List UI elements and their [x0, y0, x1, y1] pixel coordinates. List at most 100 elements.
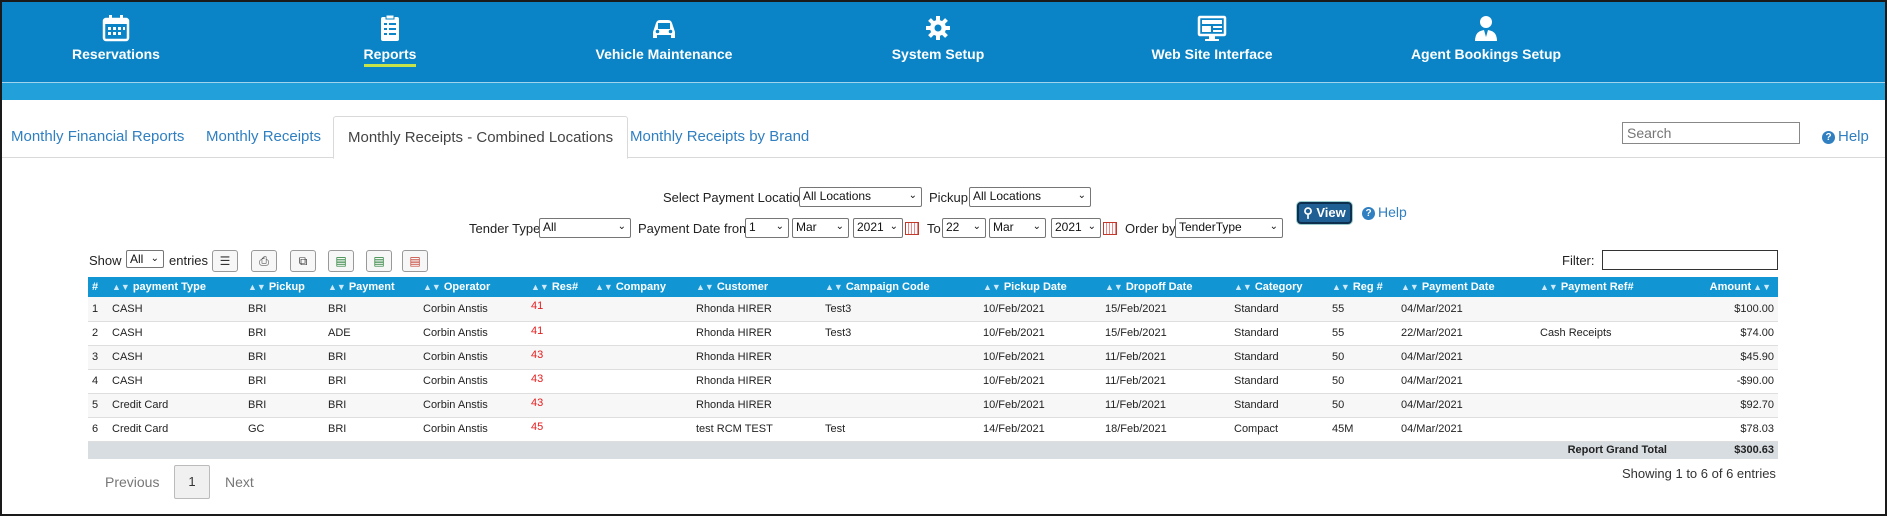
table-cell [1536, 345, 1679, 370]
order-by-select[interactable]: TenderType ⌄ [1175, 218, 1283, 238]
select-value: TenderType [1179, 220, 1242, 234]
table-cell: 55 [1328, 297, 1397, 322]
excel-icon: ▤ [335, 254, 347, 268]
col-header[interactable]: ▲▼ Dropoff Date [1101, 277, 1230, 297]
search-input[interactable] [1622, 122, 1800, 144]
pdf-export-button[interactable]: ▤ [402, 250, 428, 272]
col-header[interactable]: ▲▼ Operator [419, 277, 527, 297]
chevron-down-icon: ⌄ [835, 221, 844, 232]
table-row: 2 CASH BRI ADE Corbin Anstis 41 Rhonda HIRER Te… [88, 321, 1778, 346]
nav-vehicle-maintenance[interactable]: Vehicle Maintenance [564, 14, 764, 62]
copy-button[interactable]: ⧉ [290, 250, 316, 272]
to-month-select[interactable]: Mar ⌄ [989, 218, 1046, 238]
form-help-link[interactable]: ? Help [1362, 204, 1407, 220]
table-cell[interactable]: 43 [527, 345, 591, 370]
column-visibility-button[interactable]: ☰ [212, 250, 238, 272]
table-cell [591, 417, 692, 442]
nav-label: System Setup [891, 46, 985, 62]
pdf-icon: ▤ [409, 254, 421, 268]
table-cell: Corbin Anstis [419, 393, 527, 418]
table-cell: 15/Feb/2021 [1101, 321, 1230, 346]
previous-page-button[interactable]: Previous [105, 474, 159, 490]
tender-type-select[interactable]: All ⌄ [539, 218, 631, 238]
nav-web-site-interface[interactable]: Web Site Interface [1112, 14, 1312, 62]
table-cell[interactable]: 41 [527, 321, 591, 346]
table-cell[interactable]: 43 [527, 393, 591, 418]
col-header[interactable]: Amount ▲▼ [1679, 277, 1778, 297]
nav-reports[interactable]: Reports [290, 14, 490, 67]
nav-label: Reservations [72, 46, 160, 62]
calendar-icon [102, 15, 130, 42]
table-cell [821, 393, 979, 418]
view-button[interactable]: ⚲ View [1297, 202, 1352, 224]
tab-monthly-receipts[interactable]: Monthly Receipts [192, 116, 335, 158]
show-label: Show [89, 253, 122, 268]
col-header[interactable]: ▲▼ payment Type [108, 277, 244, 297]
page-1-button[interactable]: 1 [174, 465, 210, 499]
col-header[interactable]: ▲▼ Category [1230, 277, 1328, 297]
print-button[interactable]: ⎙ [251, 250, 277, 272]
payment-location-select[interactable]: All Locations ⌄ [799, 187, 922, 207]
chevron-down-icon: ⌄ [908, 190, 917, 201]
sort-icon: ▲▼ [1105, 282, 1123, 292]
table-cell: Compact [1230, 417, 1328, 442]
table-cell: $100.00 [1679, 297, 1778, 322]
col-header[interactable]: # [88, 277, 108, 297]
nav-agent-bookings-setup[interactable]: Agent Bookings Setup [1386, 14, 1586, 62]
calendar-icon[interactable] [905, 222, 919, 235]
table-cell: 3 [88, 345, 108, 370]
excel-export-button[interactable]: ▤ [328, 250, 354, 272]
table-cell[interactable]: 41 [527, 297, 591, 322]
table-cell: 10/Feb/2021 [979, 369, 1101, 394]
table-cell: 50 [1328, 393, 1397, 418]
next-page-button[interactable]: Next [225, 474, 254, 490]
select-value: 1 [749, 220, 756, 234]
col-header[interactable]: ▲▼ Pickup [244, 277, 324, 297]
tab-monthly-financial-reports[interactable]: Monthly Financial Reports [2, 116, 198, 158]
view-label: View [1316, 205, 1346, 220]
from-month-select[interactable]: Mar ⌄ [792, 218, 849, 238]
calendar-icon[interactable] [1103, 222, 1117, 235]
question-icon: ? [1362, 207, 1375, 220]
csv-export-button[interactable]: ▤ [366, 250, 392, 272]
table-cell: Corbin Anstis [419, 321, 527, 346]
col-header[interactable]: ▲▼ Payment Date [1397, 277, 1536, 297]
filter-input[interactable] [1602, 250, 1778, 270]
from-year-select[interactable]: 2021 ⌄ [853, 218, 903, 238]
table-cell: 5 [88, 393, 108, 418]
nav-reservations[interactable]: Reservations [16, 14, 216, 62]
col-header[interactable]: ▲▼ Payment Ref# [1536, 277, 1679, 297]
payment-location-label: Select Payment Location [663, 190, 807, 205]
entries-select[interactable]: All ⌄ [126, 250, 164, 268]
to-year-select[interactable]: 2021 ⌄ [1051, 218, 1101, 238]
col-header[interactable]: ▲▼ Reg # [1328, 277, 1397, 297]
tab-monthly-receipts-combined[interactable]: Monthly Receipts - Combined Locations [333, 116, 629, 159]
select-value: All [130, 252, 144, 266]
table-cell: BRI [324, 393, 419, 418]
sort-icon: ▲▼ [423, 282, 441, 292]
table-cell: $78.03 [1679, 417, 1778, 442]
table-cell[interactable]: 43 [527, 369, 591, 394]
from-day-select[interactable]: 1 ⌄ [745, 218, 789, 238]
table-cell[interactable]: 45 [527, 417, 591, 442]
col-header[interactable]: ▲▼ Company [591, 277, 692, 297]
col-header[interactable]: ▲▼ Campaign Code [821, 277, 979, 297]
table-cell: BRI [324, 369, 419, 394]
col-header[interactable]: ▲▼ Payment [324, 277, 419, 297]
to-day-select[interactable]: 22 ⌄ [942, 218, 986, 238]
table-row: 4 CASH BRI BRI Corbin Anstis 43 Rhonda HIRER 10… [88, 369, 1778, 394]
tab-monthly-receipts-by-brand[interactable]: Monthly Receipts by Brand [616, 116, 823, 158]
table-body: 1 CASH BRI BRI Corbin Anstis 41 Rhonda HIRER Te… [88, 297, 1778, 459]
chevron-down-icon: ⌄ [1269, 221, 1278, 232]
col-header[interactable]: ▲▼ Customer [692, 277, 821, 297]
table-row: 1 CASH BRI BRI Corbin Anstis 41 Rhonda HIRER Te… [88, 297, 1778, 322]
col-header[interactable]: ▲▼ Pickup Date [979, 277, 1101, 297]
help-link[interactable]: ? Help [1822, 128, 1869, 145]
nav-system-setup[interactable]: System Setup [838, 14, 1038, 62]
table-cell: Credit Card [108, 393, 244, 418]
pickup-select[interactable]: All Locations ⌄ [969, 187, 1091, 207]
grand-total-value: $300.63 [1679, 441, 1778, 459]
select-value: All Locations [803, 189, 872, 203]
col-header[interactable]: ▲▼ Res# [527, 277, 591, 297]
chevron-down-icon: ⌄ [889, 221, 898, 232]
